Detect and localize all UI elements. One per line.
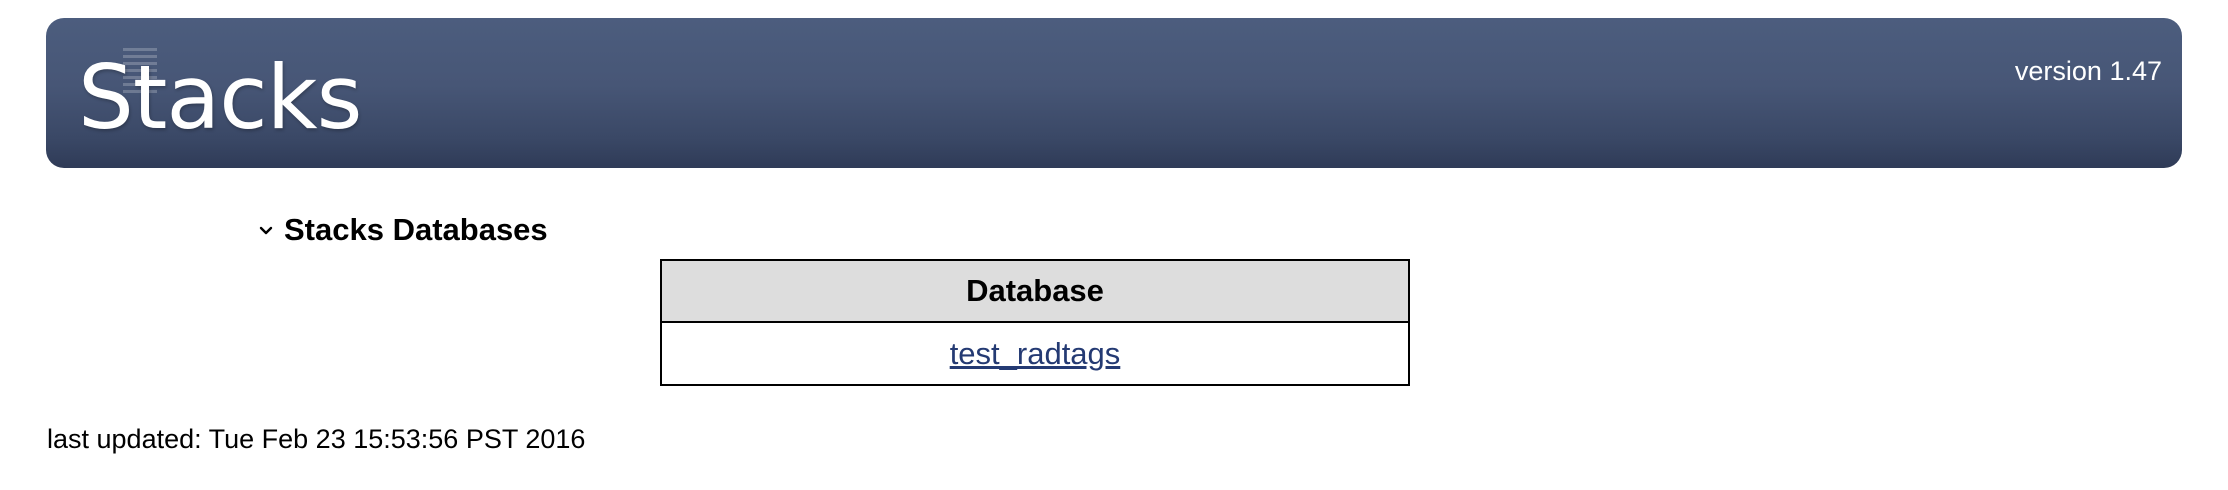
databases-table: Database test_radtags	[660, 259, 1410, 386]
logo-text: Stacks	[78, 46, 362, 149]
last-updated-text: last updated: Tue Feb 23 15:53:56 PST 20…	[47, 424, 586, 454]
section-title: Stacks Databases	[284, 212, 548, 247]
table-row: test_radtags	[661, 322, 1409, 385]
column-header-database: Database	[661, 260, 1409, 323]
table-cell-database: test_radtags	[661, 322, 1409, 385]
stacks-logo[interactable]: Stacks	[78, 40, 378, 148]
database-link[interactable]: test_radtags	[950, 336, 1121, 371]
header-banner: Stacks version 1.47	[46, 18, 2182, 168]
section-toggle-stacks-databases[interactable]: Stacks Databases	[258, 210, 548, 250]
version-label: version 1.47	[2014, 56, 2162, 86]
chevron-down-icon	[259, 226, 273, 235]
table-header-row: Database	[661, 260, 1409, 323]
